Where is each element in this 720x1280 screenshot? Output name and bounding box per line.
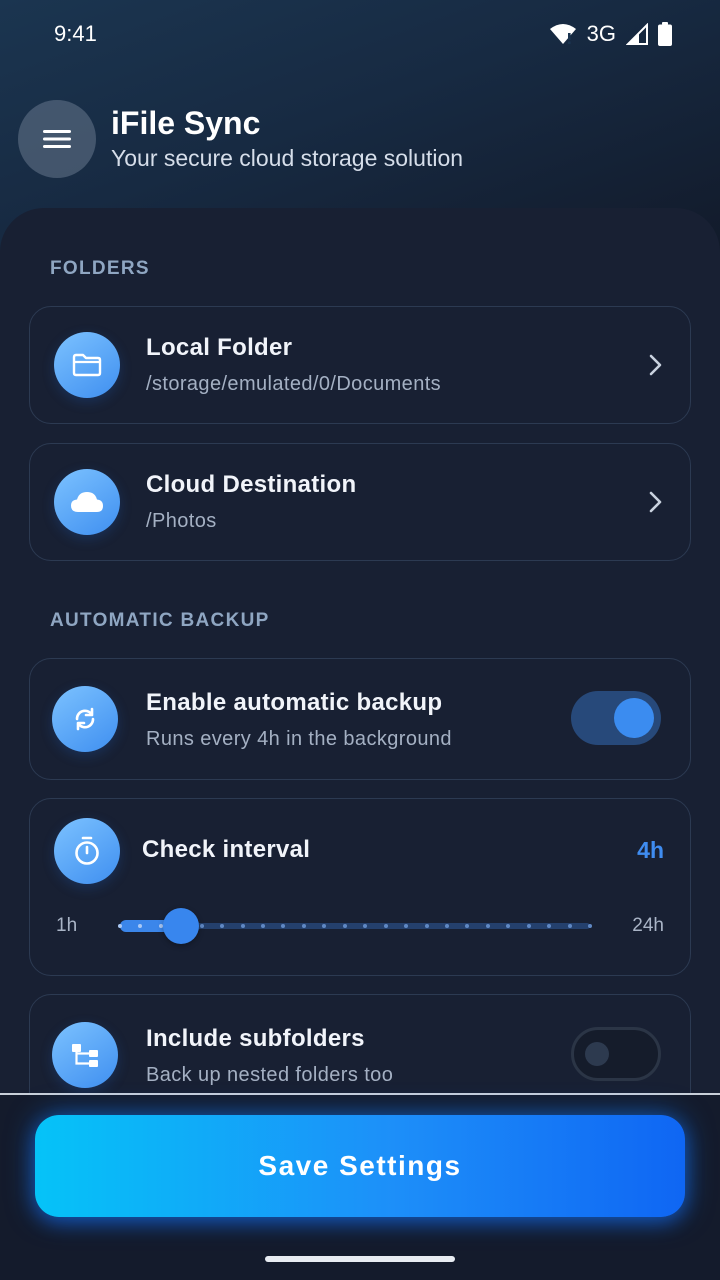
slider-step-dot [444, 924, 449, 928]
app-subtitle: Your secure cloud storage solution [111, 145, 464, 171]
sync-icon [75, 707, 95, 731]
include-subfolders-card: Include subfolders Back up nested folder… [29, 994, 691, 1094]
slider-step-dot [526, 924, 531, 928]
network-type-label: 3G [586, 21, 616, 46]
check-interval-card: Check interval 4h 1h 24h [29, 798, 691, 976]
toggle-knob [614, 698, 654, 738]
slider-min-label: 1h [56, 915, 78, 936]
check-interval-title: Check interval [142, 836, 311, 863]
slider-step-dot [118, 924, 122, 928]
folder-icon [72, 353, 102, 377]
status-bar: 9:41 3G [0, 0, 720, 68]
include-subfolders-subtitle: Back up nested folders too [146, 1064, 394, 1086]
include-subfolders-title: Include subfolders [146, 1025, 365, 1052]
folder-icon-circle [54, 332, 120, 398]
slider-step-dot [424, 924, 429, 928]
slider-step-dot [567, 924, 572, 928]
slider-step-dot [588, 924, 592, 928]
section-label-folders: FOLDERS [50, 258, 150, 279]
menu-button[interactable] [18, 100, 96, 178]
hamburger-menu-icon [43, 130, 71, 148]
cloud-destination-card[interactable]: Cloud Destination /Photos [29, 443, 691, 561]
folder-tree-icon [72, 1044, 98, 1067]
auto-backup-title: Enable automatic backup [146, 689, 443, 716]
chevron-right-icon [649, 491, 662, 513]
auto-backup-toggle[interactable] [571, 691, 661, 745]
local-folder-card[interactable]: Local Folder /storage/emulated/0/Documen… [29, 306, 691, 424]
settings-sheet: FOLDERS Local Folder /storage/emulated/0… [0, 208, 720, 1094]
save-settings-button[interactable]: Save Settings [35, 1115, 685, 1217]
interval-slider-thumb[interactable] [163, 908, 200, 944]
slider-step-dot [485, 924, 490, 928]
app-title: iFile Sync [111, 105, 261, 141]
battery-icon [658, 22, 672, 46]
slider-max-label: 24h [632, 915, 664, 936]
sync-icon-circle [52, 686, 118, 752]
status-time: 9:41 [54, 21, 97, 46]
toggle-knob [585, 1042, 609, 1066]
signal-icon [626, 23, 648, 45]
slider-step-dot [342, 924, 347, 928]
include-subfolders-toggle[interactable] [571, 1027, 661, 1081]
chevron-right-icon [649, 354, 662, 376]
status-icons: 3G [549, 21, 672, 47]
auto-backup-subtitle: Runs every 4h in the background [146, 728, 452, 750]
timer-icon-circle [54, 818, 120, 884]
slider-step-dot [240, 924, 245, 928]
app-header: iFile Sync Your secure cloud storage sol… [18, 100, 463, 178]
folder-tree-icon-circle [52, 1022, 118, 1088]
local-folder-path: /storage/emulated/0/Documents [146, 373, 442, 395]
cloud-destination-title: Cloud Destination [146, 471, 357, 498]
local-folder-title: Local Folder [146, 334, 293, 361]
section-label-automatic-backup: AUTOMATIC BACKUP [50, 610, 270, 631]
slider-step-dot [301, 924, 306, 928]
cloud-destination-path: /Photos [146, 510, 217, 532]
home-indicator[interactable] [265, 1256, 455, 1262]
check-interval-value: 4h [637, 837, 664, 863]
cloud-icon-circle [54, 469, 120, 535]
cloud-icon [71, 492, 103, 512]
wifi-icon [549, 24, 576, 45]
timer-icon [75, 836, 99, 865]
slider-step-dot [199, 924, 204, 928]
slider-step-dot [383, 924, 388, 928]
slider-step-dot [261, 924, 266, 928]
auto-backup-card: Enable automatic backup Runs every 4h in… [29, 658, 691, 780]
slider-step-dot [158, 924, 163, 928]
